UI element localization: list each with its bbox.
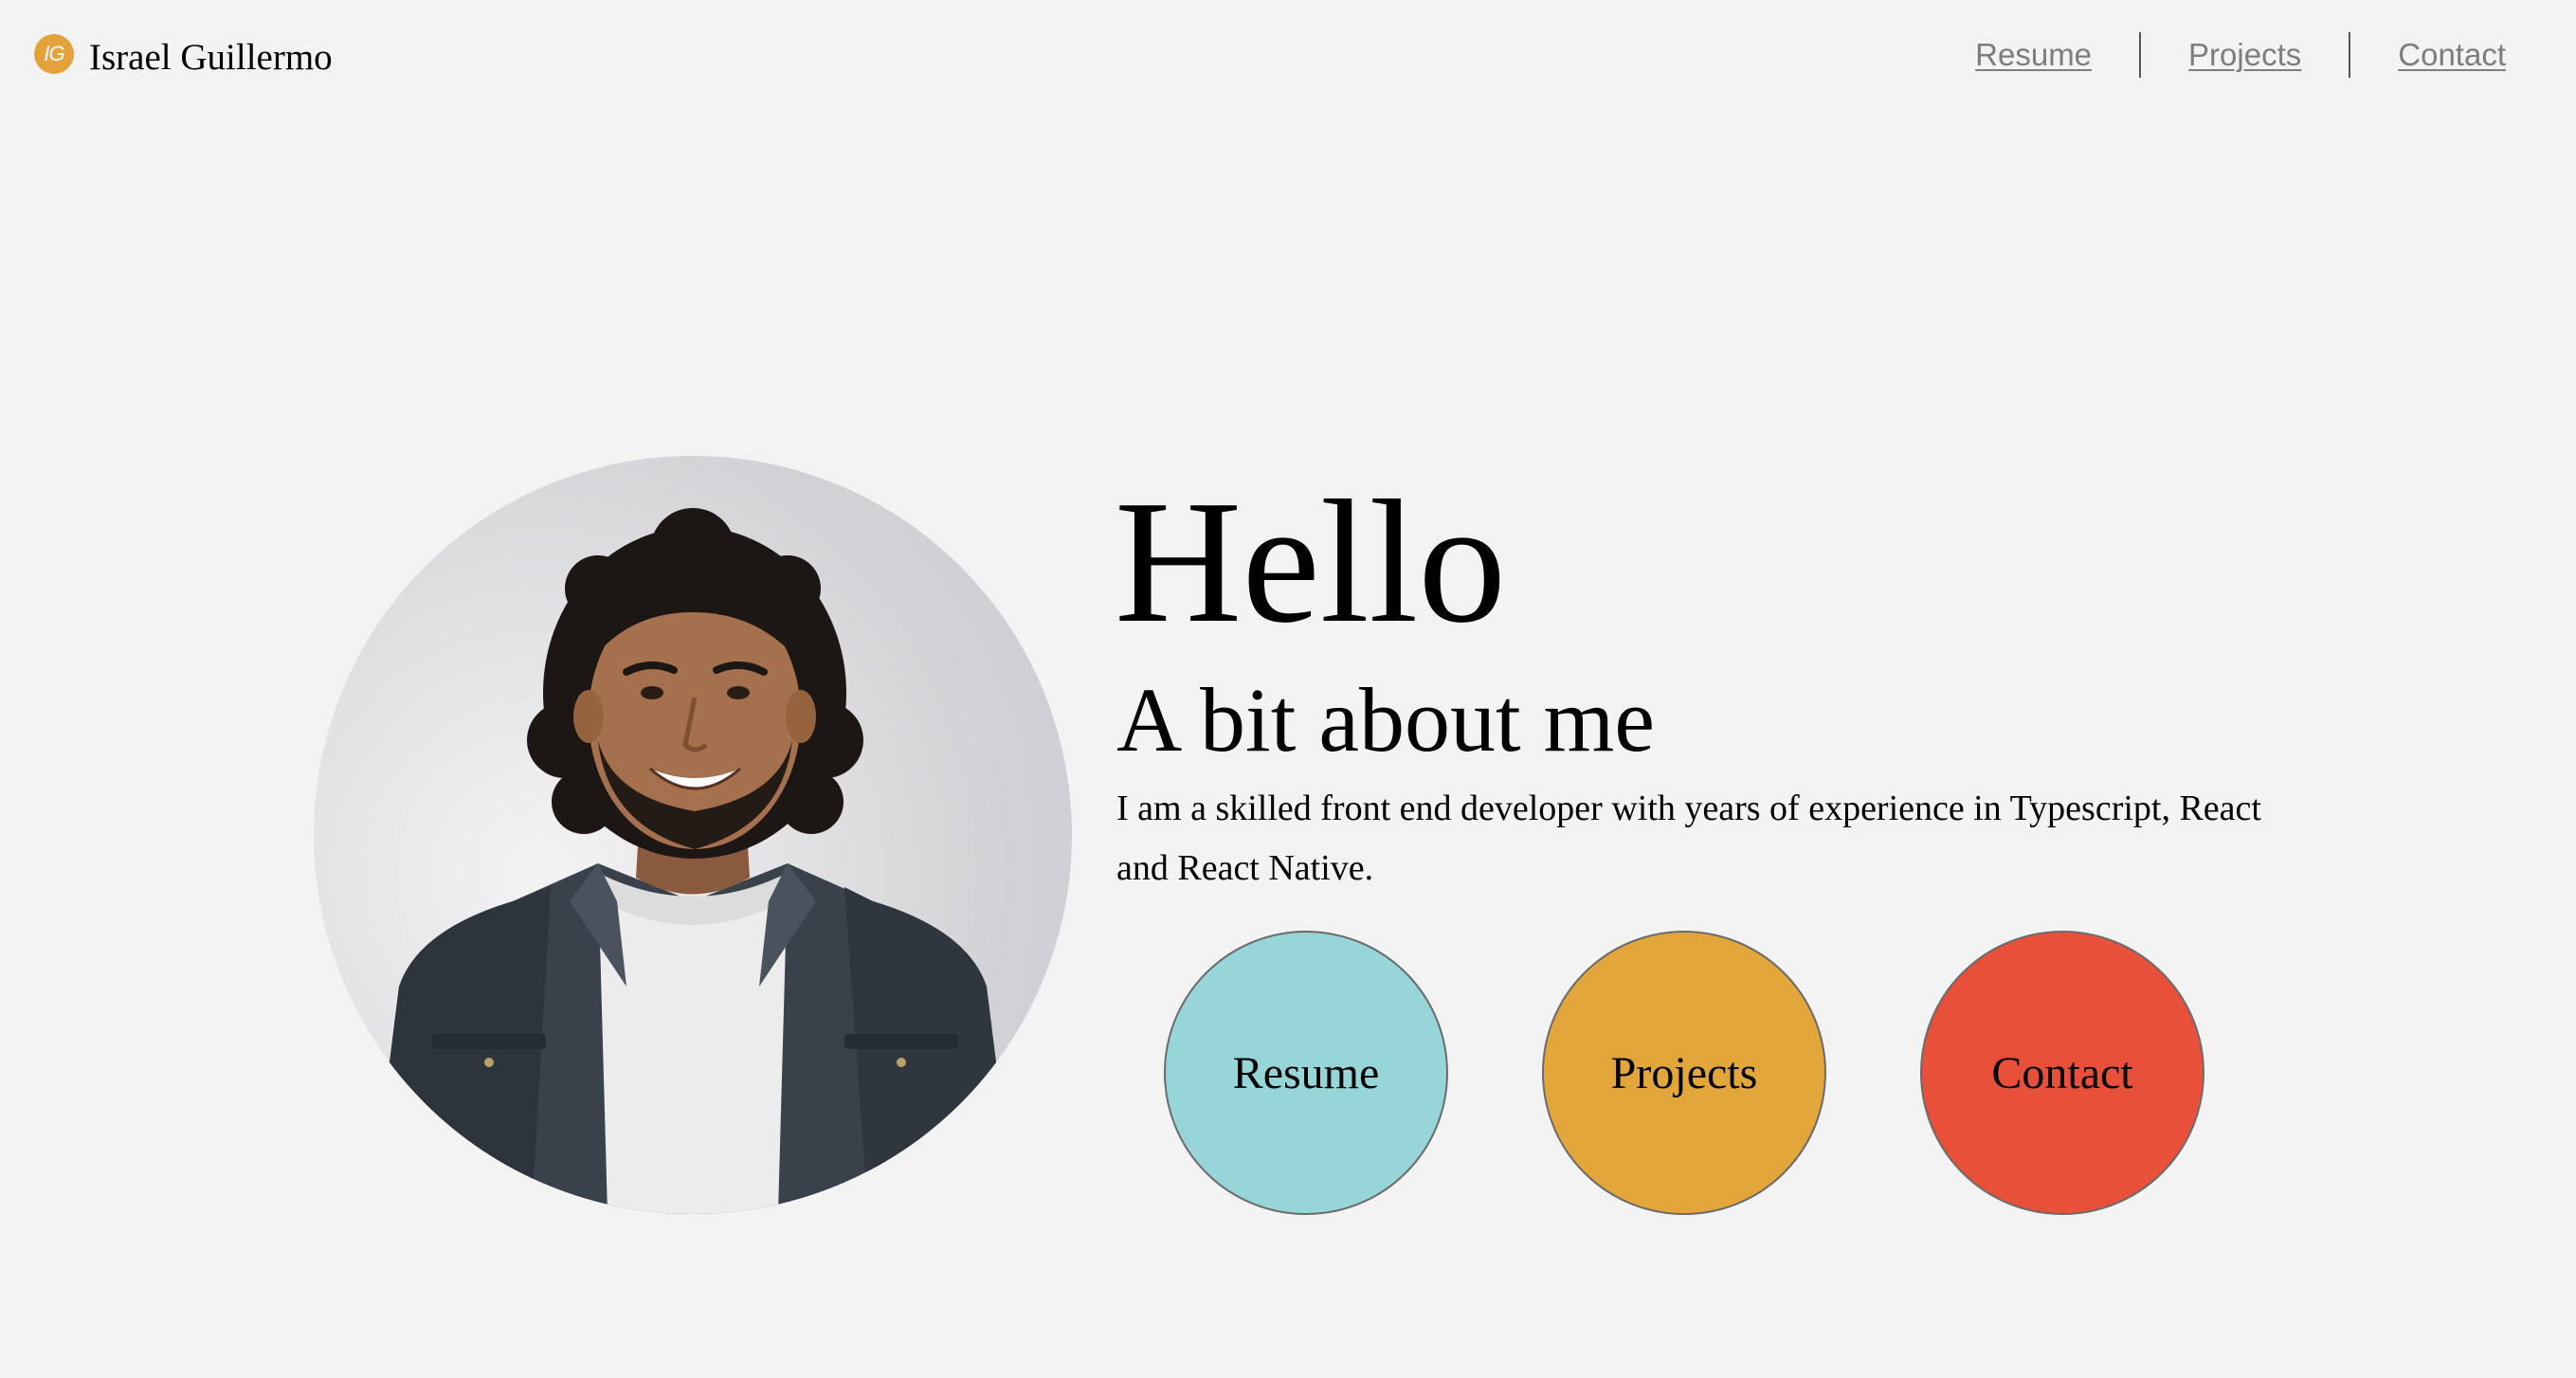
logo-icon: IG — [34, 34, 74, 74]
top-nav: Resume Projects Contact — [1928, 30, 2506, 80]
contact-button[interactable]: Contact — [1920, 931, 2204, 1215]
profile-photo — [314, 456, 1072, 1214]
greeting-heading: Hello — [1115, 464, 1507, 660]
projects-button[interactable]: Projects — [1542, 931, 1826, 1215]
nav-link-resume[interactable]: Resume — [1928, 37, 2139, 73]
bio-text: I am a skilled front end developer with … — [1116, 789, 2261, 888]
nav-link-projects[interactable]: Projects — [2141, 37, 2349, 73]
brand-name: Israel Guillermo — [89, 36, 333, 78]
about-heading: A bit about me — [1116, 669, 1655, 771]
resume-button[interactable]: Resume — [1164, 931, 1448, 1215]
site-header: IG Israel Guillermo Resume Projects Cont… — [0, 0, 2576, 114]
nav-link-contact[interactable]: Contact — [2350, 37, 2506, 73]
home-link[interactable]: IG Israel Guillermo — [34, 28, 333, 85]
